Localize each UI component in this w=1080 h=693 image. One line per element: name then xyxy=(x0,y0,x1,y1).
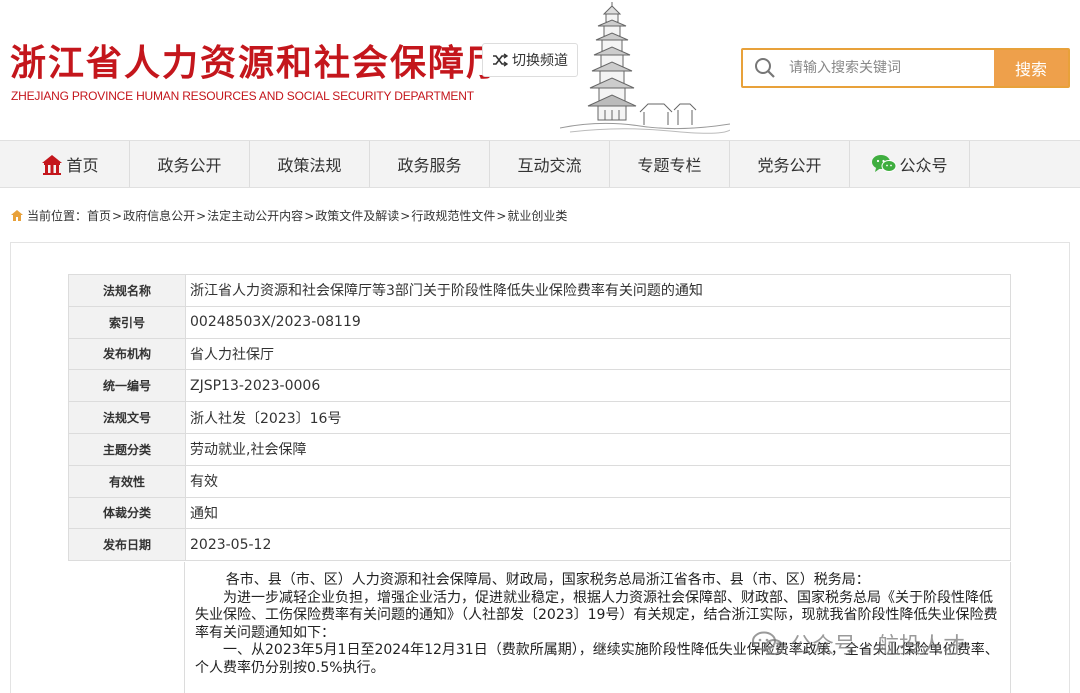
nav-item-label: 政务服务 xyxy=(397,156,462,175)
meta-key: 统一编号 xyxy=(68,369,186,403)
table-row: 法规文号 浙人社发〔2023〕16号 xyxy=(68,401,1011,434)
search-box: 搜索 xyxy=(741,48,1070,88)
meta-key: 主题分类 xyxy=(68,432,186,466)
nav-item-policies[interactable]: 政策法规 xyxy=(250,141,370,187)
nav-item-label: 互动交流 xyxy=(517,156,582,175)
wechat-icon xyxy=(872,155,897,172)
nav-item-label: 党务公开 xyxy=(757,156,822,175)
pagoda-illustration xyxy=(560,2,730,134)
breadcrumb-separator: > xyxy=(496,208,507,223)
nav-item-label: 政务公开 xyxy=(157,156,222,175)
breadcrumb-link-gov-info[interactable]: 政府信息公开 xyxy=(123,207,195,224)
nav-item-label: 政策法规 xyxy=(277,156,342,175)
table-row: 发布日期 2023-05-12 xyxy=(68,528,1011,562)
table-row: 有效性 有效 xyxy=(68,464,1011,498)
breadcrumb-link-employment[interactable]: 就业创业类 xyxy=(507,207,567,224)
meta-value: 2023-05-12 xyxy=(185,528,1011,562)
document-meta-table: 法规名称 浙江省人力资源和社会保障厅等3部门关于阶段性降低失业保险费率有关问题的通… xyxy=(68,274,1011,562)
table-row: 主题分类 劳动就业,社会保障 xyxy=(68,432,1011,466)
nav-item-label: 专题专栏 xyxy=(637,156,702,175)
breadcrumb-prefix: 当前位置： xyxy=(27,209,88,223)
body-paragraph: 各市、县（市、区）人力资源和社会保障局、财政局，国家税务总局浙江省各市、县（市、… xyxy=(225,572,870,588)
breadcrumb-separator: > xyxy=(304,208,315,223)
table-row: 统一编号 ZJSP13-2023-0006 xyxy=(68,369,1011,403)
meta-key: 法规文号 xyxy=(68,401,186,434)
table-row: 法规名称 浙江省人力资源和社会保障厅等3部门关于阶段性降低失业保险费率有关问题的通… xyxy=(68,274,1011,307)
meta-value: 浙人社发〔2023〕16号 xyxy=(185,401,1011,434)
search-input[interactable] xyxy=(787,50,994,86)
site-title[interactable]: 浙江省人力资源和社会保障厅 xyxy=(10,34,504,86)
meta-key: 发布日期 xyxy=(68,528,186,562)
watermark: 公众号 · 航投人才 xyxy=(752,628,965,660)
meta-value: ZJSP13-2023-0006 xyxy=(185,369,1011,403)
site-subtitle: ZHEJIANG PROVINCE HUMAN RESOURCES AND SO… xyxy=(11,89,474,103)
meta-value: 浙江省人力资源和社会保障厅等3部门关于阶段性降低失业保险费率有关问题的通知 xyxy=(185,274,1011,307)
breadcrumb: 当前位置： 首页 > 政府信息公开 > 法定主动公开内容 > 政策文件及解读 >… xyxy=(10,207,567,224)
nav-item-home[interactable]: 首页 xyxy=(10,141,130,187)
meta-key: 索引号 xyxy=(68,305,186,339)
watermark-text: 公众号 · 航投人才 xyxy=(790,634,965,659)
breadcrumb-link-policy-docs[interactable]: 政策文件及解读 xyxy=(315,207,399,224)
breadcrumb-separator: > xyxy=(400,208,411,223)
search-button[interactable]: 搜索 xyxy=(994,50,1068,86)
meta-value: 劳动就业,社会保障 xyxy=(185,432,1011,466)
meta-value: 有效 xyxy=(185,464,1011,498)
nav-item-label: 公众号 xyxy=(899,156,948,175)
location-home-icon xyxy=(11,210,23,221)
home-icon xyxy=(42,155,63,175)
shuffle-icon xyxy=(493,53,508,67)
nav-item-party-affairs[interactable]: 党务公开 xyxy=(730,141,850,187)
nav-item-label: 首页 xyxy=(66,156,99,175)
nav-item-wechat[interactable]: 公众号 xyxy=(850,141,970,187)
nav-item-services[interactable]: 政务服务 xyxy=(370,141,490,187)
table-row: 发布机构 省人力社保厅 xyxy=(68,337,1011,371)
table-row: 索引号 00248503X/2023-08119 xyxy=(68,305,1011,339)
meta-value: 00248503X/2023-08119 xyxy=(185,305,1011,339)
site-header: 浙江省人力资源和社会保障厅 ZHEJIANG PROVINCE HUMAN RE… xyxy=(0,0,1080,140)
nav-item-special-topics[interactable]: 专题专栏 xyxy=(610,141,730,187)
breadcrumb-separator: > xyxy=(196,208,207,223)
search-icon xyxy=(743,50,787,86)
nav-item-interaction[interactable]: 互动交流 xyxy=(490,141,610,187)
breadcrumb-link-home[interactable]: 首页 xyxy=(87,207,111,224)
meta-value: 省人力社保厅 xyxy=(185,337,1011,371)
breadcrumb-link-normative[interactable]: 行政规范性文件 xyxy=(411,207,495,224)
meta-key: 法规名称 xyxy=(68,274,186,307)
meta-key: 发布机构 xyxy=(68,337,186,371)
meta-value: 通知 xyxy=(185,496,1011,530)
main-nav: 首页 政务公开 政策法规 政务服务 互动交流 专题专栏 党务公开 公众号 xyxy=(0,140,1080,188)
table-row: 体裁分类 通知 xyxy=(68,496,1011,530)
nav-item-government-affairs[interactable]: 政务公开 xyxy=(130,141,250,187)
meta-key: 有效性 xyxy=(68,464,186,498)
meta-key: 体裁分类 xyxy=(68,496,186,530)
breadcrumb-link-statutory[interactable]: 法定主动公开内容 xyxy=(207,207,303,224)
breadcrumb-separator: > xyxy=(112,208,123,223)
wechat-watermark-icon xyxy=(752,631,784,655)
